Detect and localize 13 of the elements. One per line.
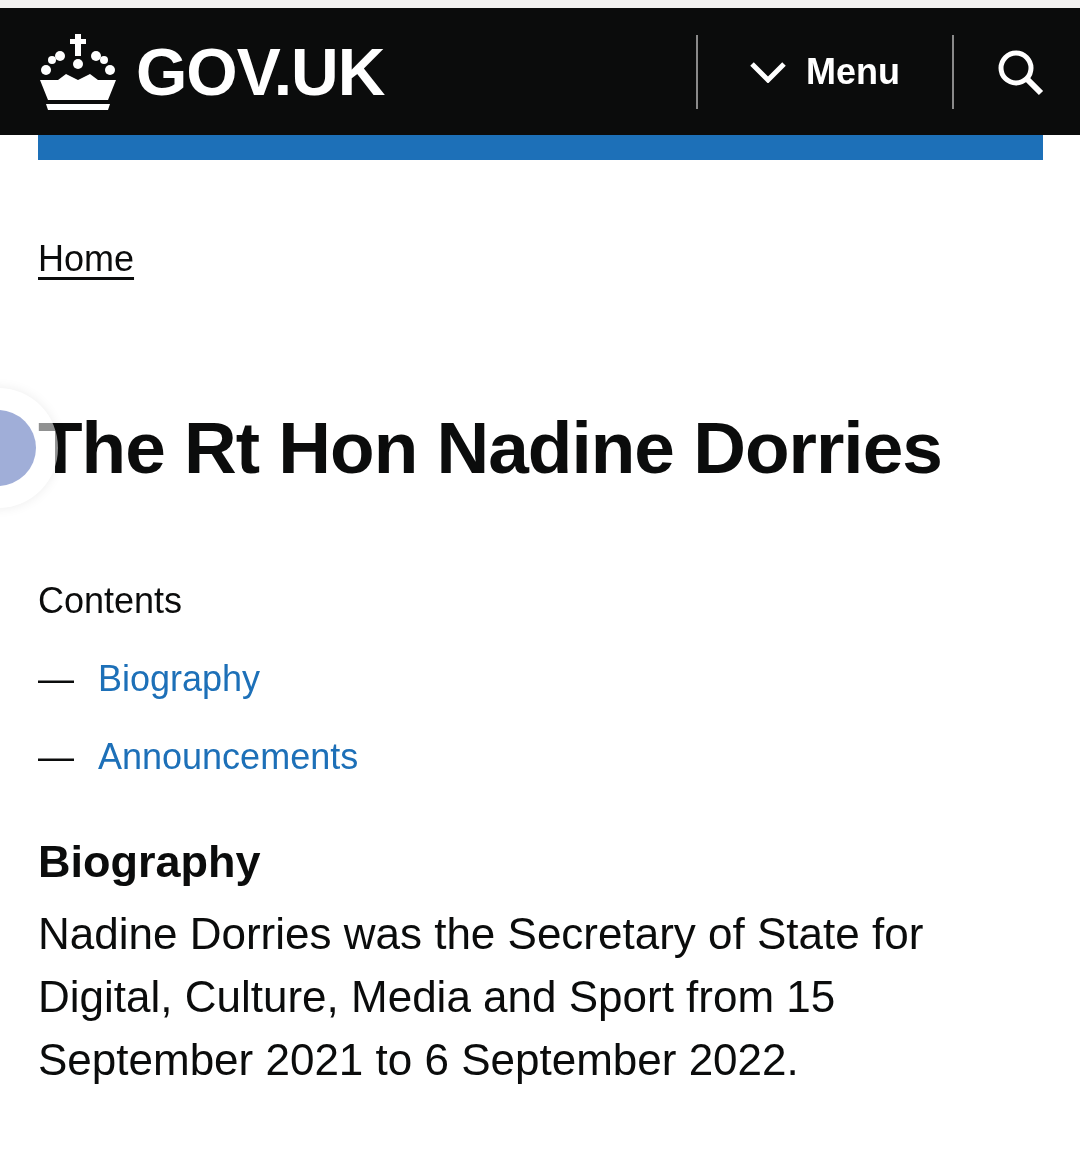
gov-uk-logo[interactable]: GOV.UK bbox=[38, 33, 385, 110]
contents-heading: Contents bbox=[38, 580, 184, 623]
dash: — bbox=[38, 658, 74, 701]
crown-icon bbox=[38, 33, 118, 110]
dash: — bbox=[38, 736, 74, 779]
page-title: The Rt Hon Nadine Dorries bbox=[38, 408, 943, 489]
biography-text: Nadine Dorries was the Secretary of State for Digital, Culture, Media and Sport from 15 September 2021 to 6 September 2022. bbox=[38, 908, 925, 1087]
contents-link[interactable]: Biography bbox=[98, 658, 261, 701]
contents-link[interactable]: Announcements bbox=[98, 736, 359, 779]
section-heading: Biography bbox=[38, 836, 262, 889]
menu-button[interactable]: Menu bbox=[698, 50, 952, 93]
chevron-down-icon bbox=[750, 60, 786, 83]
breadcrumb-link[interactable]: Home bbox=[38, 238, 135, 280]
